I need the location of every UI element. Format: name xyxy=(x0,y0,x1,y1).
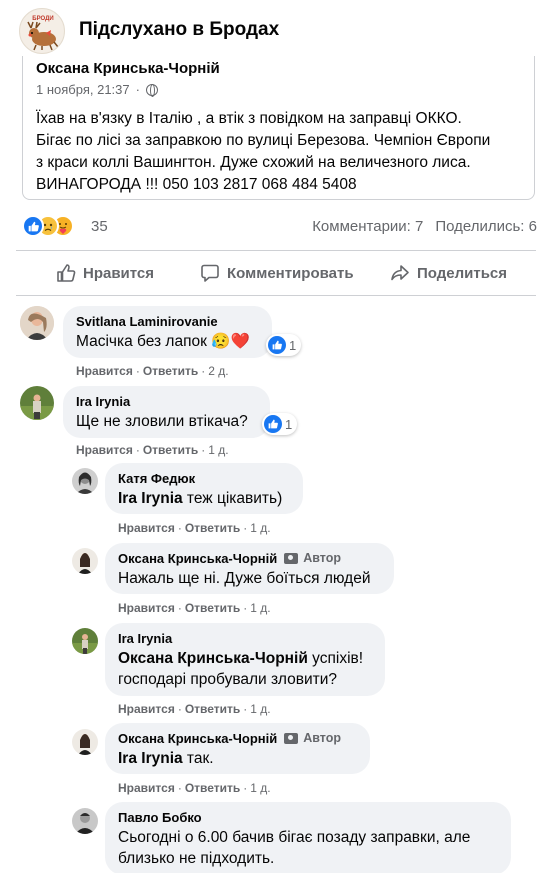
comment-text: Ira Irynia так. xyxy=(118,750,214,767)
group-logo[interactable]: БРОДИ xyxy=(19,8,65,54)
reaction-icons[interactable] xyxy=(22,215,88,237)
mention-tag[interactable]: Ira Irynia xyxy=(118,490,183,507)
shared-post-text: Їхав на в'язку в Італію , а втік з повід… xyxy=(36,108,526,196)
comment-reply-link[interactable]: Ответить xyxy=(185,601,240,615)
comment-time[interactable]: 1 д. xyxy=(250,521,270,535)
comment-button[interactable]: Комментировать xyxy=(200,251,354,295)
comment-like-link[interactable]: Нравится xyxy=(118,601,175,615)
avatar[interactable] xyxy=(72,628,98,654)
comment-like-link[interactable]: Нравится xyxy=(76,364,133,378)
comment-text: Нажаль ще ні. Дуже боїться людей xyxy=(118,570,371,587)
comment-button-label: Комментировать xyxy=(227,264,354,282)
shared-post-card[interactable]: Оксана Кринська-Чорній 1 ноября, 21:37 ·… xyxy=(22,56,535,200)
post-action-bar: Нравится Комментировать Поделиться xyxy=(16,250,536,296)
comment-time[interactable]: 1 д. xyxy=(250,702,270,716)
comment-bubble: Оксана Кринська-Чорній Автор Нажаль ще ні… xyxy=(105,543,394,594)
mention-tag[interactable]: Ira Irynia xyxy=(118,750,183,767)
author-badge-icon xyxy=(284,733,299,744)
comment-reply-link[interactable]: Ответить xyxy=(185,521,240,535)
comment-actions: Нравится · Ответить · 1 д. xyxy=(76,443,229,457)
comment-actions: Нравится · Ответить · 1 д. xyxy=(118,521,271,535)
like-reaction-icon xyxy=(268,336,286,354)
comment-like-link[interactable]: Нравится xyxy=(118,702,175,716)
comment-text: Ira Irynia теж цікавить) xyxy=(118,490,283,507)
comment-author[interactable]: Svitlana Laminirovanie xyxy=(76,313,259,330)
like-reaction-icon xyxy=(22,215,44,237)
comment-time[interactable]: 1 д. xyxy=(208,443,228,457)
reaction-count[interactable]: 35 xyxy=(91,218,108,235)
share-arrow-icon xyxy=(391,265,409,281)
avatar[interactable] xyxy=(20,386,54,420)
comment-reply-link[interactable]: Ответить xyxy=(185,781,240,795)
reactions-summary: 35 Комментарии: 7 Поделились: 6 xyxy=(22,214,537,240)
comment-author[interactable]: Павло Бобко xyxy=(118,809,498,826)
shared-post-date[interactable]: 1 ноября, 21:37 xyxy=(36,82,130,97)
deer-logo-icon: БРОДИ xyxy=(27,16,59,51)
comment-like-link[interactable]: Нравится xyxy=(118,521,175,535)
mention-tag[interactable]: Оксана Кринська-Чорній xyxy=(118,650,308,667)
like-button-label: Нравится xyxy=(83,264,155,282)
avatar[interactable] xyxy=(72,468,98,494)
comment-time[interactable]: 1 д. xyxy=(250,781,270,795)
comment-reaction-count: 1 xyxy=(285,416,293,432)
comment-text: Масічка без лапок 😥❤️ xyxy=(76,333,250,350)
comment-bubble: Ira Irynia Ще не зловили втікача? xyxy=(63,386,270,438)
comment-bubble: Svitlana Laminirovanie Масічка без лапок… xyxy=(63,306,272,358)
share-button[interactable]: Поделиться xyxy=(390,251,507,295)
avatar[interactable] xyxy=(72,548,98,574)
comment-time[interactable]: 2 д. xyxy=(208,364,228,378)
comment-author[interactable]: Оксана Кринська-Чорній Автор xyxy=(118,550,381,567)
shared-post-line: з краси коллі Вашингтон. Дуже схожий на … xyxy=(36,154,471,171)
comment-like-link[interactable]: Нравится xyxy=(118,781,175,795)
comment-reaction-count: 1 xyxy=(289,337,297,353)
comment-text: Ще не зловили втікача? xyxy=(76,413,248,430)
meta-separator: · xyxy=(135,82,140,97)
comment-reactions[interactable]: 1 xyxy=(262,413,298,435)
comment-reply-link[interactable]: Ответить xyxy=(143,364,198,378)
group-header: БРОДИ Підслухано в Бродах xyxy=(0,0,552,60)
author-badge: Автор xyxy=(284,550,341,567)
author-badge-icon xyxy=(284,553,299,564)
comment-actions: Нравится · Ответить · 1 д. xyxy=(118,601,271,615)
comment-bubble: Оксана Кринська-Чорній Автор Ira Irynia т… xyxy=(105,723,370,774)
comment-reply-link[interactable]: Ответить xyxy=(185,702,240,716)
svg-text:БРОДИ: БРОДИ xyxy=(32,16,53,22)
comment-reactions[interactable]: 1 xyxy=(266,334,302,356)
globe-icon xyxy=(145,83,158,97)
author-badge: Автор xyxy=(284,730,341,747)
comment-actions: Нравится · Ответить · 1 д. xyxy=(118,781,271,795)
post-stats: Комментарии: 7 Поделились: 6 xyxy=(312,218,537,235)
comment-author[interactable]: Ira Irynia xyxy=(118,630,372,647)
comments-count-link[interactable]: Комментарии: 7 xyxy=(312,218,423,235)
comment-bubble: Катя Федюк Ira Irynia теж цікавить) xyxy=(105,463,303,514)
comment-author[interactable]: Оксана Кринська-Чорній Автор xyxy=(118,730,357,747)
shares-count-link[interactable]: Поделились: 6 xyxy=(435,218,537,235)
like-button[interactable]: Нравится xyxy=(56,251,154,295)
avatar[interactable] xyxy=(72,729,98,755)
comment-bubble: Ira Irynia Оксана Кринська-Чорній успіхі… xyxy=(105,623,385,696)
comment-bubble: Павло Бобко Сьогодні о 6.00 бачив бігає … xyxy=(105,802,511,873)
avatar[interactable] xyxy=(20,306,54,340)
comment-actions: Нравится · Ответить · 1 д. xyxy=(118,702,271,716)
comment-author[interactable]: Катя Федюк xyxy=(118,470,290,487)
shared-post-line: Їхав на в'язку в Італію , а втік з повід… xyxy=(36,110,462,127)
comment-actions: Нравится · Ответить · 2 д. xyxy=(76,364,229,378)
avatar[interactable] xyxy=(72,808,98,834)
comment-bubble-icon xyxy=(201,264,219,282)
comment-time[interactable]: 1 д. xyxy=(250,601,270,615)
thumbs-up-icon xyxy=(57,264,76,282)
shared-post-line: ВИНАГОРОДА !!! 050 103 2817 068 484 5408 xyxy=(36,176,357,193)
comment-like-link[interactable]: Нравится xyxy=(76,443,133,457)
comment-author[interactable]: Ira Irynia xyxy=(76,393,257,410)
shared-post-author[interactable]: Оксана Кринська-Чорній xyxy=(36,60,220,77)
group-name[interactable]: Підслухано в Бродах xyxy=(79,19,279,41)
comment-text: Оксана Кринська-Чорній успіхів! господарі… xyxy=(118,650,364,688)
share-button-label: Поделиться xyxy=(417,264,508,282)
shared-post-meta: 1 ноября, 21:37 · xyxy=(36,82,158,97)
comment-text: Сьогодні о 6.00 бачив бігає позаду запра… xyxy=(118,829,471,867)
shared-post-line: Бігає по лісі за заправкою по вулиці Бер… xyxy=(36,132,491,149)
like-reaction-icon xyxy=(264,415,282,433)
comment-reply-link[interactable]: Ответить xyxy=(143,443,198,457)
